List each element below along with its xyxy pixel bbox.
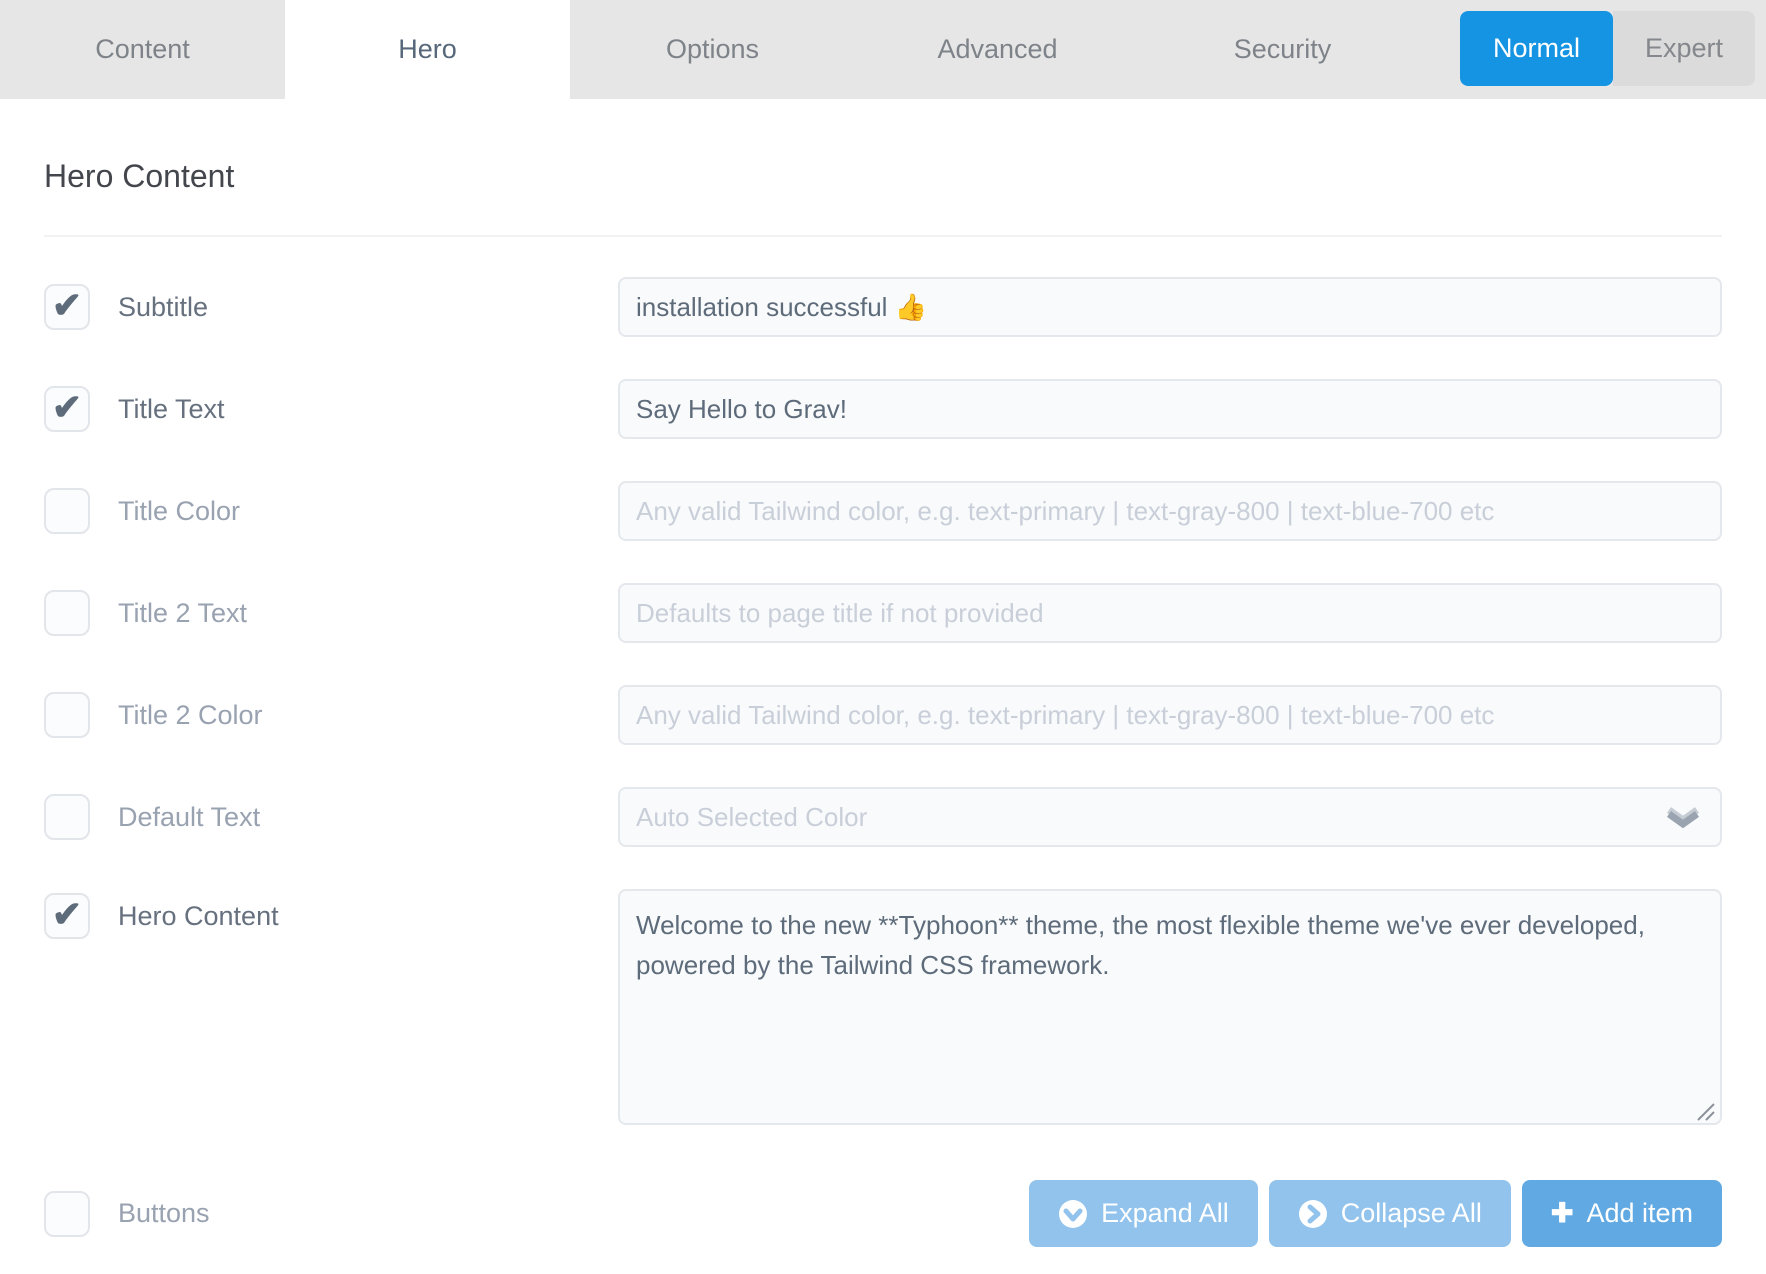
field-row-title2-color: Title 2 Color <box>44 685 1722 745</box>
add-item-button[interactable]: ✚ Add item <box>1522 1180 1722 1247</box>
hero-content-toggle-checkbox[interactable]: ✔ <box>44 893 90 939</box>
tab-bar: Content Hero Options Advanced Security N… <box>0 0 1766 99</box>
collapse-all-button[interactable]: Collapse All <box>1269 1180 1511 1247</box>
default-text-select[interactable]: Auto Selected Color <box>618 787 1722 847</box>
select-placeholder: Auto Selected Color <box>636 802 867 833</box>
subtitle-label: Subtitle <box>92 292 618 323</box>
field-row-default-text: Default Text Auto Selected Color <box>44 787 1722 847</box>
title-text-input[interactable] <box>618 379 1722 439</box>
field-row-hero-content: ✔ Hero Content Welcome to the new **Typh… <box>44 889 1722 1130</box>
form-panel: Hero Content ✔ Subtitle ✔ Title Text <box>0 157 1766 1247</box>
title2-color-input[interactable] <box>618 685 1722 745</box>
section-title: Hero Content <box>44 157 1722 195</box>
title2-color-label: Title 2 Color <box>92 700 618 731</box>
textarea-resize-handle[interactable] <box>1696 1102 1716 1122</box>
title-color-input[interactable] <box>618 481 1722 541</box>
title-color-toggle-checkbox[interactable] <box>44 488 90 534</box>
mode-toggle: Normal Expert <box>1460 11 1755 86</box>
buttons-toggle-checkbox[interactable] <box>44 1191 90 1237</box>
title2-text-toggle-checkbox[interactable] <box>44 590 90 636</box>
tab-advanced[interactable]: Advanced <box>855 0 1140 99</box>
tab-security[interactable]: Security <box>1140 0 1425 99</box>
expert-mode-button[interactable]: Expert <box>1613 11 1755 86</box>
hero-content-label: Hero Content <box>92 901 618 932</box>
plus-icon: ✚ <box>1551 1200 1574 1227</box>
field-row-subtitle: ✔ Subtitle <box>44 277 1722 337</box>
hero-content-textarea[interactable]: Welcome to the new **Typhoon** theme, th… <box>618 889 1722 1125</box>
hero-form: ✔ Subtitle ✔ Title Text Title Color <box>44 237 1722 1247</box>
chevron-circle-down-icon <box>1058 1199 1088 1229</box>
normal-mode-button[interactable]: Normal <box>1460 11 1613 86</box>
title2-text-label: Title 2 Text <box>92 598 618 629</box>
field-row-title-color: Title Color <box>44 481 1722 541</box>
field-row-buttons: Buttons Expand All <box>44 1180 1722 1247</box>
title-text-label: Title Text <box>92 394 618 425</box>
buttons-label: Buttons <box>92 1198 618 1229</box>
chevron-circle-right-icon <box>1298 1199 1328 1229</box>
field-row-title-text: ✔ Title Text <box>44 379 1722 439</box>
default-text-toggle-checkbox[interactable] <box>44 794 90 840</box>
collection-button-group: Expand All Collapse All ✚ Add item <box>618 1180 1722 1247</box>
tab-options[interactable]: Options <box>570 0 855 99</box>
checkmark-icon: ✔ <box>52 390 82 426</box>
expand-all-button[interactable]: Expand All <box>1029 1180 1258 1247</box>
tab-hero[interactable]: Hero <box>285 0 570 99</box>
field-row-title2-text: Title 2 Text <box>44 583 1722 643</box>
subtitle-input[interactable] <box>618 277 1722 337</box>
default-text-label: Default Text <box>92 802 618 833</box>
title2-text-input[interactable] <box>618 583 1722 643</box>
title-text-toggle-checkbox[interactable]: ✔ <box>44 386 90 432</box>
checkmark-icon: ✔ <box>52 897 82 933</box>
subtitle-toggle-checkbox[interactable]: ✔ <box>44 284 90 330</box>
title-color-label: Title Color <box>92 496 618 527</box>
double-chevron-down-icon <box>1666 804 1700 830</box>
title2-color-toggle-checkbox[interactable] <box>44 692 90 738</box>
tab-content[interactable]: Content <box>0 0 285 99</box>
checkmark-icon: ✔ <box>52 288 82 324</box>
